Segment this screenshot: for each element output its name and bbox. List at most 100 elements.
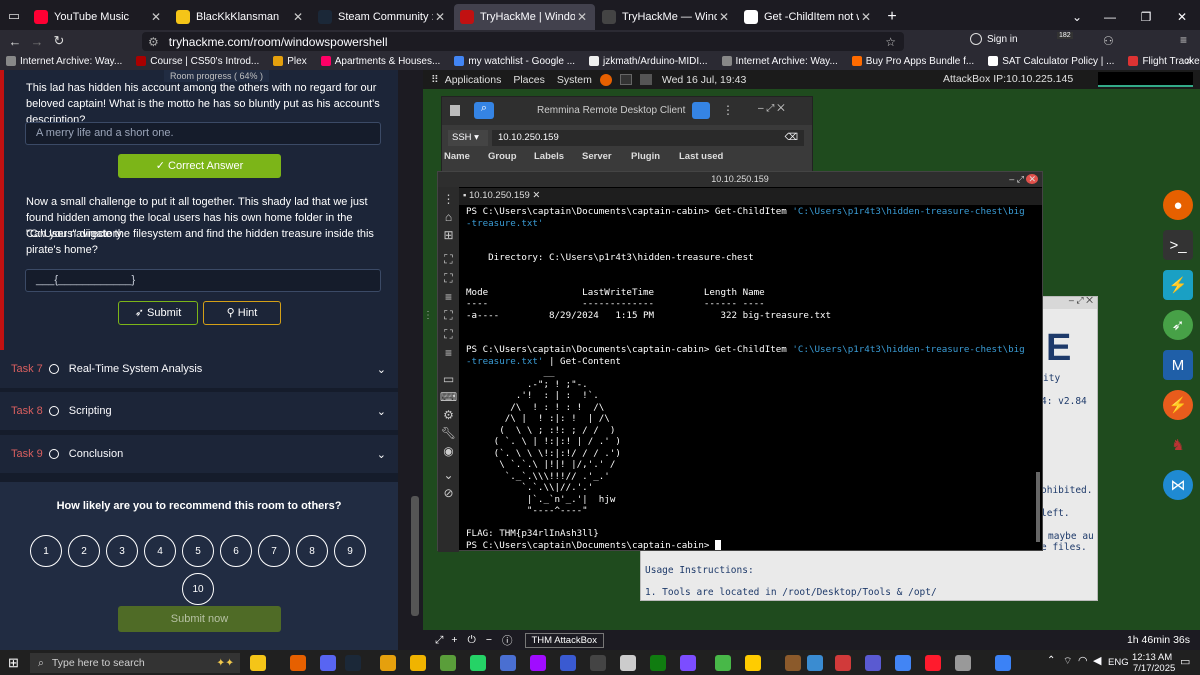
hint-button[interactable]: ⚲ Hint: [203, 301, 281, 325]
url-bar[interactable]: ⚙ tryhackme.com/room/windowspowershell ☆: [142, 32, 904, 51]
home-icon[interactable]: ⌂: [438, 210, 459, 224]
menu-dots-icon[interactable]: ⋮: [722, 103, 734, 117]
window-controls[interactable]: – ⤢ ✕: [1009, 172, 1038, 187]
column-header[interactable]: Name: [442, 151, 486, 167]
view-toggle-icon[interactable]: [692, 102, 710, 119]
power-icon[interactable]: ⏻: [468, 634, 476, 647]
rating-option[interactable]: 8: [296, 535, 328, 567]
column-header[interactable]: Last used: [677, 151, 737, 167]
close-tab-icon[interactable]: ✕: [532, 190, 540, 201]
game-icon[interactable]: [785, 655, 801, 671]
bookmark-item[interactable]: jzkmath/Arduino-MIDI...: [583, 56, 708, 67]
browser-tab[interactable]: Steam Community :: Daggerhea✕: [312, 4, 453, 30]
quick-connect-input[interactable]: 10.10.250.159 ⌫: [492, 130, 804, 146]
browser-tab[interactable]: BlacKkKlansman ✕: [170, 4, 311, 30]
camera-icon[interactable]: ◉: [438, 444, 459, 458]
rating-option[interactable]: 4: [144, 535, 176, 567]
browser-tab[interactable]: TryHackMe — Windows PowerS✕: [596, 4, 737, 30]
taskbar-time[interactable]: 12:13 AM: [1132, 652, 1172, 663]
bookmark-item[interactable]: SAT Calculator Policy | ...: [982, 56, 1114, 67]
rating-option[interactable]: 1: [30, 535, 62, 567]
list-icon[interactable]: ≡: [438, 290, 459, 304]
close-tab-icon[interactable]: ✕: [149, 10, 163, 24]
taskbar-search[interactable]: ⌕ Type here to search ✦✦: [30, 653, 240, 673]
restore-window-icon[interactable]: ❐: [1128, 10, 1164, 24]
add-icon[interactable]: +: [451, 634, 457, 646]
browser-tab[interactable]: YouTube Music ✕: [28, 4, 169, 30]
menu-icon[interactable]: ≡: [1180, 33, 1187, 47]
rating-option[interactable]: 2: [68, 535, 100, 567]
taskbar-date[interactable]: 7/17/2025: [1133, 663, 1175, 674]
steam-icon[interactable]: [345, 655, 361, 671]
window-controls[interactable]: – ⤢ ✕: [1069, 295, 1093, 306]
discord-icon[interactable]: [320, 655, 336, 671]
volume-icon[interactable]: ◀︎: [1093, 654, 1101, 667]
live-icon[interactable]: [745, 655, 761, 671]
file-explorer-icon[interactable]: [250, 655, 266, 671]
dynamic-res-icon[interactable]: ⛶: [438, 308, 459, 323]
clear-input-icon[interactable]: ⌫: [785, 132, 798, 143]
collapse-icon[interactable]: ⌄: [438, 468, 459, 482]
firefox-icon[interactable]: ●: [1163, 190, 1193, 220]
menu-dots-icon[interactable]: ⋮: [438, 192, 459, 206]
disconnect-icon[interactable]: ⊘: [438, 486, 459, 500]
answer-field-2[interactable]: ___{____________}: [25, 269, 381, 292]
tools-icon[interactable]: 🔧︎: [438, 426, 459, 440]
minecraft-icon[interactable]: [440, 655, 456, 671]
app-icon[interactable]: [680, 655, 696, 671]
scale-icon[interactable]: ⛶: [438, 271, 459, 286]
file-manager-icon[interactable]: [410, 655, 426, 671]
network-icon[interactable]: ⌔: [1063, 655, 1072, 668]
settings-icon[interactable]: ⚙: [438, 408, 459, 422]
column-header[interactable]: Group: [486, 151, 532, 167]
chevron-down-icon[interactable]: ⌄: [377, 405, 386, 418]
info-icon[interactable]: ⓘ: [502, 633, 513, 648]
more-bookmarks-icon[interactable]: »: [1186, 55, 1192, 67]
app-icon[interactable]: [500, 655, 516, 671]
app-icon[interactable]: [865, 655, 881, 671]
reload-icon[interactable]: ↻: [48, 33, 70, 49]
terminal-output[interactable]: PS C:\Users\captain\Documents\captain-ca…: [466, 206, 1041, 551]
bookmark-item[interactable]: Apartments & Houses...: [315, 56, 440, 67]
rocket-icon[interactable]: ➶: [1163, 310, 1193, 340]
tab-list-icon[interactable]: ▭: [0, 8, 28, 24]
app-icon[interactable]: [560, 655, 576, 671]
windows-start-icon[interactable]: ⊞: [8, 655, 19, 671]
bookmark-item[interactable]: Internet Archive: Way...: [0, 56, 122, 67]
applications-menu[interactable]: Applications: [445, 74, 502, 86]
zap-icon[interactable]: ⚡: [1163, 390, 1193, 420]
answer-field-1[interactable]: A merry life and a short one.: [25, 122, 381, 145]
metasploit-icon[interactable]: M: [1163, 350, 1193, 380]
submit-now-button[interactable]: Submit now: [118, 606, 281, 632]
rating-option[interactable]: 3: [106, 535, 138, 567]
xbox-icon[interactable]: [650, 655, 666, 671]
list-icon[interactable]: ≡: [438, 346, 459, 360]
browser-tab[interactable]: Get -ChildItem not working po✕: [738, 4, 879, 30]
new-tab-button[interactable]: +: [880, 8, 904, 26]
task-9-row[interactable]: Task 9 Conclusion ⌄: [0, 435, 398, 473]
screenshot-window-icon[interactable]: ▭: [438, 372, 459, 386]
epic-games-icon[interactable]: [590, 655, 606, 671]
terminal-scrollbar[interactable]: [1036, 472, 1040, 542]
close-tab-icon[interactable]: ✕: [291, 10, 305, 24]
terminal-icon[interactable]: >_: [1163, 230, 1193, 260]
rating-option[interactable]: 9: [334, 535, 366, 567]
chevron-down-icon[interactable]: ⌄: [377, 448, 386, 461]
rating-option[interactable]: 10: [182, 573, 214, 605]
language-indicator[interactable]: ENG: [1108, 657, 1129, 668]
remmina-window[interactable]: ⌕ Remmina Remote Desktop Client ⋮ – ⤢ ✕ …: [441, 96, 813, 176]
task-8-row[interactable]: Task 8 Scripting ⌄: [0, 392, 398, 430]
task-7-row[interactable]: Task 7 Real-Time System Analysis ⌄: [0, 350, 398, 388]
app-icon[interactable]: [807, 655, 823, 671]
rating-option[interactable]: 7: [258, 535, 290, 567]
add-icon[interactable]: ⊞: [438, 228, 459, 242]
window-controls[interactable]: – ⤢ ✕: [758, 103, 785, 114]
browser-tab[interactable]: TryHackMe | Windows PowerSh✕: [454, 4, 595, 30]
firefox-icon[interactable]: [290, 655, 306, 671]
close-tab-icon[interactable]: ✕: [717, 10, 731, 24]
plex-icon[interactable]: [380, 655, 396, 671]
rating-option[interactable]: 5: [182, 535, 214, 567]
new-connection-icon[interactable]: [450, 105, 460, 116]
opera-icon[interactable]: [925, 655, 941, 671]
fullscreen-icon[interactable]: ⤢: [435, 634, 443, 647]
